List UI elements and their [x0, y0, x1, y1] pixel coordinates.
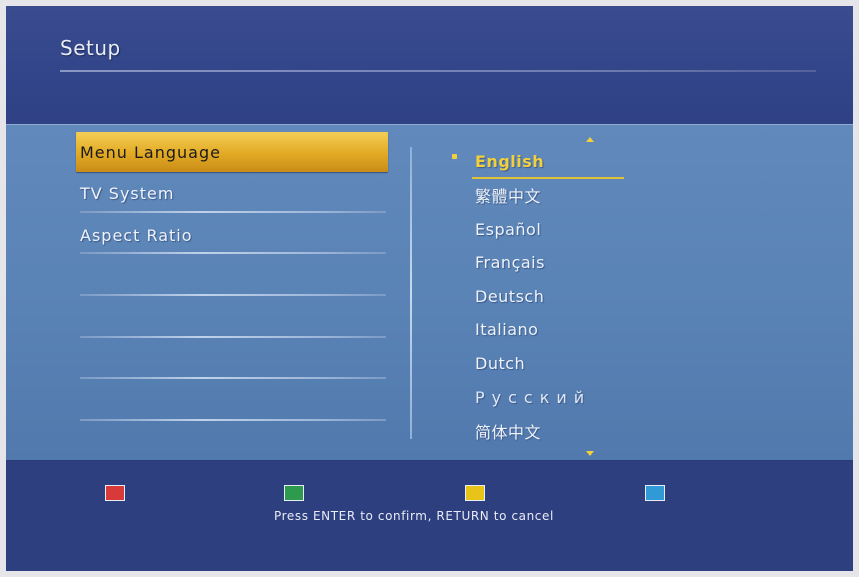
menu-item-aspect-ratio[interactable]: Aspect Ratio — [76, 215, 388, 255]
menu-item-empty[interactable] — [76, 381, 388, 421]
footer-hint: Press ENTER to confirm, RETURN to cancel — [274, 509, 554, 523]
footer-bar: Press ENTER to confirm, RETURN to cancel — [6, 461, 853, 571]
language-option-italian[interactable]: Italiano — [475, 313, 675, 345]
menu-item-empty[interactable] — [76, 340, 388, 380]
header-bar: Setup — [6, 6, 853, 124]
title-divider — [60, 70, 816, 72]
menu-item-menu-language[interactable]: Menu Language — [76, 132, 388, 172]
red-key-icon[interactable] — [105, 485, 125, 501]
menu-separator — [80, 294, 386, 296]
page-title: Setup — [60, 36, 121, 60]
language-option-english[interactable]: English — [475, 145, 675, 177]
menu-separator — [80, 252, 386, 254]
arrow-up-icon[interactable] — [586, 137, 594, 142]
menu-item-label: Menu Language — [80, 142, 221, 162]
language-option-french[interactable]: Français — [475, 246, 675, 278]
setup-screen: Setup Menu Language TV System Aspect Rat… — [6, 6, 853, 571]
menu-separator — [80, 211, 386, 213]
language-option-spanish[interactable]: Español — [475, 213, 675, 245]
arrow-down-icon[interactable] — [586, 451, 594, 456]
menu-item-empty[interactable] — [76, 298, 388, 338]
menu-separator — [80, 419, 386, 421]
language-option-traditional-chinese[interactable]: 繁體中文 — [475, 179, 675, 211]
menu-separator — [80, 377, 386, 379]
menu-item-label: TV System — [80, 183, 175, 203]
menu-item-tv-system[interactable]: TV System — [76, 173, 388, 213]
menu-item-empty[interactable] — [76, 256, 388, 296]
language-option-german[interactable]: Deutsch — [475, 280, 675, 312]
menu-separator — [80, 336, 386, 338]
green-key-icon[interactable] — [284, 485, 304, 501]
selected-bullet-icon — [452, 154, 457, 159]
language-option-russian[interactable]: Русский — [475, 381, 675, 413]
language-option-dutch[interactable]: Dutch — [475, 347, 675, 379]
blue-key-icon[interactable] — [645, 485, 665, 501]
column-divider — [410, 147, 412, 439]
setup-panel: Menu Language TV System Aspect Ratio Eng… — [6, 124, 853, 462]
language-option-simplified-chinese[interactable]: 简体中文 — [475, 415, 675, 447]
yellow-key-icon[interactable] — [465, 485, 485, 501]
menu-item-label: Aspect Ratio — [80, 225, 193, 245]
